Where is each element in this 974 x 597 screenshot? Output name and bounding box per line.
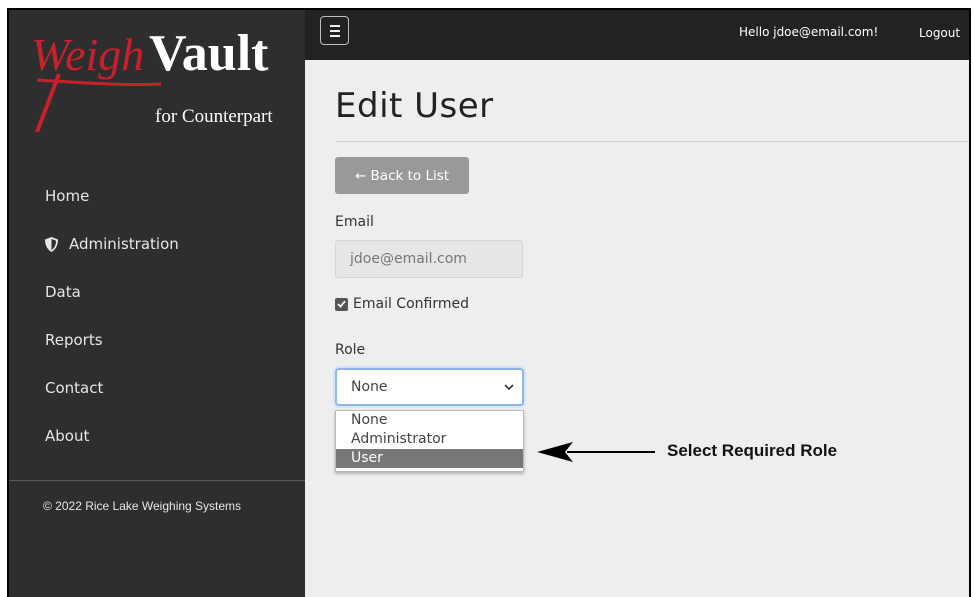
- hamburger-menu-button[interactable]: [320, 16, 349, 45]
- email-label: Email: [335, 214, 374, 230]
- top-navbar: Hello jdoe@email.com! Logout: [305, 10, 969, 60]
- role-select[interactable]: None: [335, 368, 524, 406]
- main-content: Edit User ← Back to List Email jdoe@emai…: [305, 60, 969, 597]
- logout-link[interactable]: Logout: [919, 26, 960, 40]
- email-confirmed-checkbox[interactable]: Email Confirmed: [335, 296, 469, 312]
- sidebar-item-label: About: [45, 427, 90, 445]
- app-window: Weigh Vault for Counterpart Home Adminis…: [7, 8, 971, 597]
- sidebar-nav: Home Administration Data Reports Contact…: [9, 172, 305, 460]
- role-selected-value: None: [351, 379, 388, 395]
- sidebar-item-about[interactable]: About: [9, 412, 305, 460]
- copyright-text: © 2022 Rice Lake Weighing Systems: [43, 499, 242, 513]
- sidebar-item-label: Contact: [45, 379, 104, 397]
- sidebar-item-administration[interactable]: Administration: [9, 220, 305, 268]
- sidebar-item-contact[interactable]: Contact: [9, 364, 305, 412]
- checkbox-checked-icon[interactable]: [335, 297, 348, 311]
- sidebar-item-label: Data: [45, 283, 81, 301]
- title-divider: [335, 141, 969, 142]
- back-to-list-button[interactable]: ← Back to List: [335, 157, 469, 194]
- sidebar-divider: [9, 480, 305, 481]
- weighvault-logo[interactable]: Weigh Vault for Counterpart: [31, 22, 293, 132]
- sidebar: Weigh Vault for Counterpart Home Adminis…: [9, 10, 305, 597]
- svg-text:for Counterpart: for Counterpart: [155, 106, 273, 127]
- sidebar-item-label: Home: [45, 187, 90, 205]
- svg-text:Vault: Vault: [149, 25, 269, 82]
- callout-arrow-icon: [537, 442, 655, 462]
- sidebar-item-label: Administration: [69, 235, 179, 253]
- svg-text:Weigh: Weigh: [31, 29, 144, 80]
- role-option-administrator[interactable]: Administrator: [336, 430, 523, 449]
- hamburger-icon: [329, 24, 340, 27]
- email-field: jdoe@email.com: [335, 240, 523, 278]
- user-greeting: Hello jdoe@email.com!: [739, 25, 879, 39]
- sidebar-item-home[interactable]: Home: [9, 172, 305, 220]
- role-option-user[interactable]: User: [336, 449, 523, 468]
- chevron-down-icon: [504, 384, 514, 391]
- page-title: Edit User: [335, 86, 494, 126]
- sidebar-item-reports[interactable]: Reports: [9, 316, 305, 364]
- email-confirmed-label: Email Confirmed: [353, 296, 469, 312]
- shield-icon: [45, 236, 58, 252]
- role-dropdown-list: None Administrator User: [335, 410, 524, 472]
- role-option-none[interactable]: None: [336, 411, 523, 430]
- callout-text: Select Required Role: [667, 441, 838, 460]
- sidebar-item-label: Reports: [45, 331, 103, 349]
- sidebar-item-data[interactable]: Data: [9, 268, 305, 316]
- role-label: Role: [335, 342, 366, 358]
